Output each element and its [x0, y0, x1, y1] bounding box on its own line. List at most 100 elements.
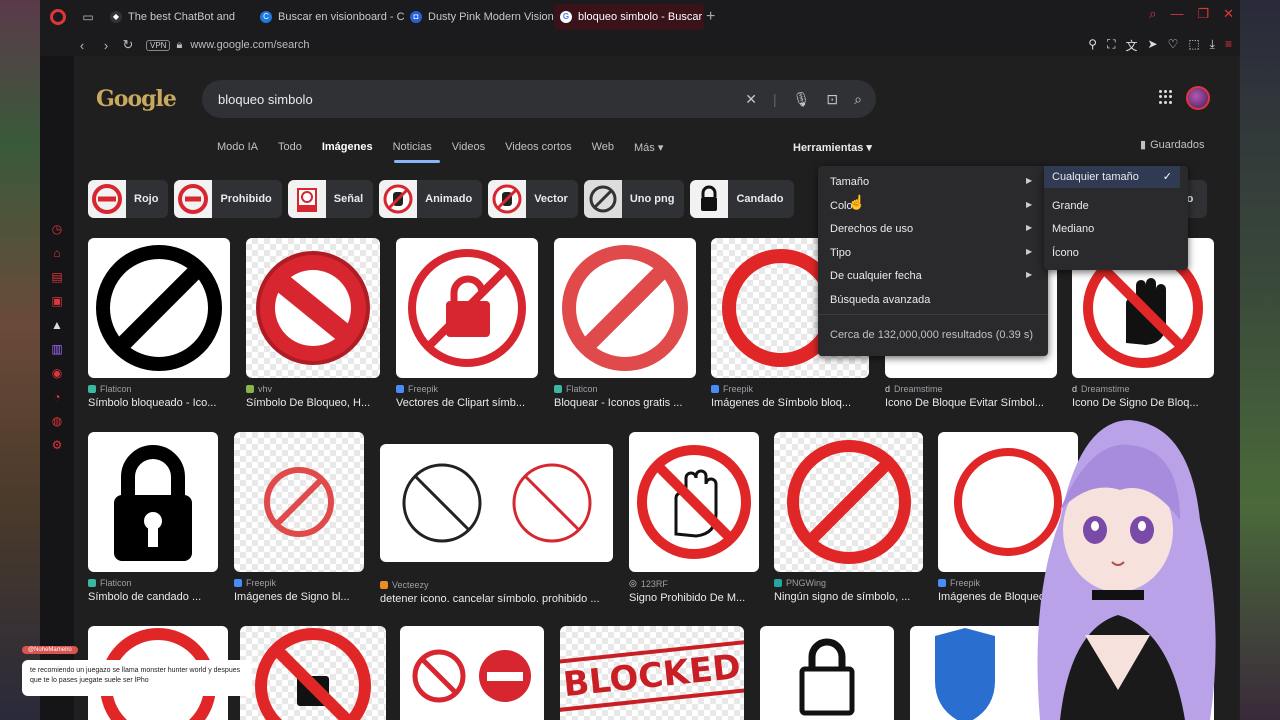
tab-noticias[interactable]: Noticias	[393, 141, 432, 154]
tab-visionboard[interactable]: C Buscar en visionboard - C	[254, 4, 404, 30]
translate-icon[interactable]: 文	[1125, 37, 1137, 54]
vpn-badge[interactable]: VPN	[146, 39, 171, 51]
tab-chatbot[interactable]: ◆ The best ChatBot and	[104, 4, 254, 30]
result-source: Flaticon	[88, 384, 230, 394]
menu-item-tamano[interactable]: Tamaño ▶	[830, 176, 1032, 188]
result-title[interactable]: Vectores de Clipart símb...	[396, 397, 538, 409]
avatar[interactable]	[1186, 86, 1210, 110]
search-tabs-icon[interactable]: ⌕	[1149, 6, 1156, 22]
image-result[interactable]	[760, 626, 894, 720]
search-icon[interactable]: ⌕	[854, 91, 862, 108]
tab-google-search[interactable]: G bloqueo simbolo - Buscar	[554, 4, 704, 30]
bag-icon[interactable]: ⌂	[50, 246, 64, 260]
clear-icon[interactable]: ✕	[745, 91, 757, 108]
workspace-icon[interactable]: ▭	[80, 9, 96, 25]
heart-icon[interactable]: ♡	[1168, 37, 1179, 54]
pin-icon[interactable]: ⚲	[1088, 37, 1097, 54]
tab-dusty-pink[interactable]: ◘ Dusty Pink Modern Vision	[404, 4, 554, 30]
apps-grid-icon[interactable]	[1159, 90, 1173, 104]
tab-videos-cortos[interactable]: Videos cortos	[505, 141, 571, 154]
submenu-item-mediano[interactable]: Mediano	[1052, 223, 1094, 235]
chat-icon[interactable]: ▤	[50, 270, 64, 284]
blocked-stamp: BLOCKED	[560, 626, 744, 720]
result-title[interactable]: Signo Prohibido De M...	[629, 592, 759, 604]
screenshot-icon[interactable]: ⛶	[1107, 37, 1115, 54]
chip-vector[interactable]: Vector	[488, 180, 578, 218]
back-icon[interactable]: ‹	[72, 38, 92, 53]
minimize-icon[interactable]: —	[1170, 6, 1183, 22]
reload-icon[interactable]: ↻	[118, 37, 138, 53]
image-result[interactable]: Vecteezy detener icono. cancelar símbolo…	[380, 444, 613, 605]
close-icon[interactable]: ✕	[1223, 6, 1234, 22]
menu-icon[interactable]: ≡	[1225, 37, 1232, 54]
chip-prohibido[interactable]: Prohibido	[174, 180, 282, 218]
tools-button[interactable]: Herramientas ▾	[793, 141, 872, 154]
send-icon[interactable]: ➤	[1148, 37, 1158, 54]
submenu-item-cualquier-tamano[interactable]: Cualquier tamaño ✓	[1044, 166, 1180, 188]
tab-web[interactable]: Web	[592, 141, 614, 154]
chip-senal[interactable]: Señal	[287, 180, 374, 218]
result-title[interactable]: Símbolo De Bloqueo, H...	[246, 397, 380, 409]
tab-label: The best ChatBot and	[128, 11, 236, 23]
twitch-icon[interactable]: ▥	[50, 342, 64, 356]
image-result[interactable]: vhv Símbolo De Bloqueo, H...	[246, 238, 380, 409]
image-result[interactable]: PNGWing Ningún signo de símbolo, ...	[774, 432, 923, 603]
lock-icon: 🔒︎	[176, 38, 183, 51]
download-icon[interactable]: ⤓	[1210, 37, 1215, 54]
clock-icon[interactable]: ◔	[50, 390, 64, 404]
settings-icon[interactable]: ⚙	[50, 438, 64, 452]
new-tab-button[interactable]: +	[706, 8, 724, 26]
chip-candado[interactable]: Candado	[690, 180, 794, 218]
aria-icon[interactable]: ▲	[50, 318, 64, 332]
search-box[interactable]: bloqueo simbolo ✕ | 🎙︎ ⊡ ⌕	[202, 80, 876, 118]
image-result[interactable]: Flaticon Bloquear - Iconos gratis ...	[554, 238, 696, 409]
result-title[interactable]: detener icono. cancelar símbolo. prohibi…	[380, 593, 613, 605]
tab-modo-ia[interactable]: Modo IA	[217, 141, 258, 154]
result-title[interactable]: Símbolo de candado ...	[88, 591, 218, 603]
image-result[interactable]	[240, 626, 386, 720]
image-result[interactable]: Freepik Vectores de Clipart símb...	[396, 238, 538, 409]
menu-item-busqueda-avanzada[interactable]: Búsqueda avanzada	[830, 294, 930, 306]
search-input[interactable]: bloqueo simbolo	[218, 92, 313, 107]
image-result[interactable]: ◎ 123RF Signo Prohibido De M...	[629, 432, 759, 604]
tab-videos[interactable]: Videos	[452, 141, 485, 154]
chip-label: Uno png	[629, 193, 675, 205]
history-icon[interactable]: ◷	[50, 222, 64, 236]
submenu-item-grande[interactable]: Grande	[1052, 200, 1089, 212]
tab-imagenes[interactable]: Imágenes	[322, 141, 373, 154]
wallet-icon[interactable]: ⬚	[1188, 37, 1199, 54]
player-icon[interactable]: ▣	[50, 294, 64, 308]
forward-icon[interactable]: ›	[96, 38, 116, 53]
chip-rojo[interactable]: Rojo	[88, 180, 169, 218]
no-entry-sign-icon	[246, 238, 380, 378]
menu-item-derechos[interactable]: Derechos de uso ▶	[830, 223, 1032, 235]
image-result[interactable]: Freepik Imágenes de Signo bl...	[234, 432, 364, 603]
result-source: d Dreamstime	[1072, 384, 1130, 394]
image-result[interactable]: Flaticon Símbolo bloqueado - Ico...	[88, 238, 230, 409]
submenu-item-icono[interactable]: Ícono	[1052, 247, 1079, 259]
image-result[interactable]: BLOCKED	[560, 626, 744, 720]
result-title[interactable]: Ningún signo de símbolo, ...	[774, 591, 923, 603]
opera-logo-icon[interactable]	[50, 9, 66, 25]
menu-item-tipo[interactable]: Tipo ▶	[830, 247, 1032, 259]
tab-todo[interactable]: Todo	[278, 141, 302, 154]
saved-button[interactable]: ▮ Guardados	[1140, 138, 1205, 151]
music-icon[interactable]: ◉	[50, 366, 64, 380]
lens-icon[interactable]: ⊡	[826, 91, 838, 108]
result-title[interactable]: Imágenes de Signo bl...	[234, 591, 364, 603]
chip-uno-png[interactable]: Uno png	[583, 180, 685, 218]
whatsapp-icon[interactable]: ◍	[50, 414, 64, 428]
microphone-icon[interactable]: 🎙︎	[793, 91, 811, 108]
chip-animado[interactable]: Animado	[379, 180, 483, 218]
tab-mas[interactable]: Más ▾	[634, 141, 663, 154]
result-source: Flaticon	[554, 384, 696, 394]
maximize-icon[interactable]: ❐	[1197, 6, 1209, 22]
image-result[interactable]	[400, 626, 544, 720]
image-result[interactable]: Flaticon Símbolo de candado ...	[88, 432, 218, 603]
result-title[interactable]: Bloquear - Iconos gratis ...	[554, 397, 696, 409]
url-field[interactable]: www.google.com/search	[190, 39, 309, 51]
google-logo[interactable]: Google	[96, 86, 177, 112]
result-title[interactable]: Imágenes de Símbolo bloq...	[711, 397, 869, 409]
result-title[interactable]: Símbolo bloqueado - Ico...	[88, 397, 230, 409]
menu-item-fecha[interactable]: De cualquier fecha ▶	[830, 270, 1032, 282]
